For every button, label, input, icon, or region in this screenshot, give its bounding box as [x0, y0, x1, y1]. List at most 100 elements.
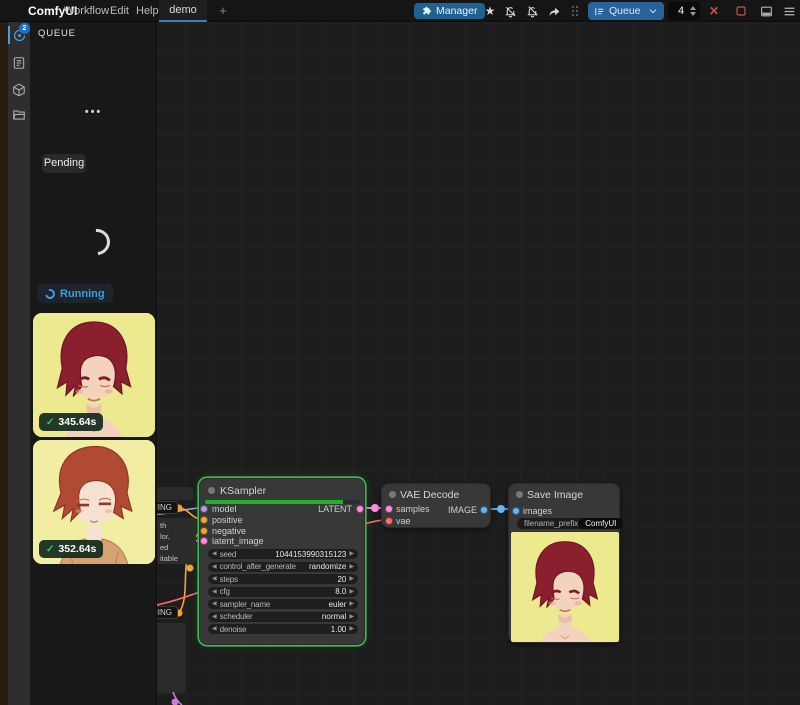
queue-panel: QUEUE ••• Pending Running ✓ 345.64s ✓ 35…	[30, 22, 157, 705]
clipped-textarea[interactable]	[157, 623, 186, 693]
input-label-samples: samples	[396, 504, 430, 514]
menu-workflow[interactable]: Workflow	[64, 0, 109, 22]
preview-thumbnail	[511, 532, 619, 642]
input-label-images: images	[523, 506, 552, 516]
node-save-image[interactable]: Save Image images filename_prefix ComfyU…	[508, 483, 620, 643]
bell-slash-icon[interactable]	[503, 4, 517, 18]
saved-image-preview[interactable]	[511, 532, 619, 642]
node-title: Save Image	[527, 489, 583, 501]
widget-seed[interactable]: ◀ seed 1044153990315123 ▶	[208, 549, 358, 559]
input-port-images[interactable]	[512, 507, 520, 515]
output-port-image[interactable]	[480, 506, 488, 514]
widget-name: sampler_name	[220, 600, 329, 609]
widget-next-icon[interactable]: ▶	[349, 599, 354, 609]
node-title: VAE Decode	[400, 489, 459, 501]
widget-next-icon[interactable]: ▶	[349, 612, 354, 622]
pending-section-badge[interactable]: Pending	[42, 154, 86, 173]
duration-text: 352.64s	[58, 543, 96, 555]
running-status-badge-bottom: NING	[157, 606, 178, 619]
widget-prev-icon[interactable]: ◀	[212, 562, 217, 572]
running-label: Running	[60, 288, 105, 300]
widget-value: 20	[337, 575, 346, 584]
queue-result-image-2[interactable]: ✓ 352.64s	[33, 440, 155, 564]
widget-next-icon[interactable]: ▶	[349, 587, 354, 597]
sidebar-item-node-library[interactable]	[12, 56, 27, 71]
widget-next-icon[interactable]: ▶	[349, 562, 354, 572]
widget-filename-prefix[interactable]: filename_prefix ComfyUI	[517, 518, 613, 529]
manager-button[interactable]: Manager	[414, 3, 485, 19]
sidebar-item-workflows[interactable]	[12, 108, 27, 123]
sidebar-rail: 2	[8, 22, 30, 705]
batch-count-input[interactable]: 4	[668, 2, 700, 20]
menu-help[interactable]: Help	[136, 0, 159, 22]
widget-next-icon[interactable]: ▶	[349, 549, 354, 559]
widget-name: scheduler	[220, 612, 322, 621]
collapse-dot[interactable]	[389, 491, 396, 498]
stepper-up-icon[interactable]	[690, 6, 696, 10]
collapse-dot[interactable]	[516, 491, 523, 498]
collapse-dot[interactable]	[208, 487, 215, 494]
output-label-image: IMAGE	[448, 505, 477, 515]
hamburger-menu-icon[interactable]	[782, 4, 796, 18]
running-section-badge[interactable]: Running	[37, 284, 113, 303]
input-port-vae[interactable]	[385, 517, 393, 525]
input-label-model: model	[212, 504, 237, 514]
workflow-tab-demo[interactable]: demo	[159, 0, 207, 22]
widget-prev-icon[interactable]: ◀	[212, 587, 217, 597]
stop-icon[interactable]	[734, 4, 748, 18]
duration-text: 345.64s	[58, 416, 96, 428]
new-tab-button[interactable]: +	[215, 0, 231, 22]
input-port-samples[interactable]	[385, 505, 393, 513]
widget-next-icon[interactable]: ▶	[349, 574, 354, 584]
running-status-badge-top: NING	[157, 501, 178, 514]
clipped-prompt-text[interactable]: th lor, ed itable	[157, 518, 196, 564]
widget-prev-icon[interactable]: ◀	[212, 599, 217, 609]
widget-next-icon[interactable]: ▶	[349, 624, 354, 634]
bottom-panel-toggle-icon[interactable]	[759, 4, 773, 18]
widget-sampler-name[interactable]: ◀ sampler_name euler ▶	[208, 599, 358, 609]
chevron-down-icon[interactable]	[648, 6, 658, 16]
drag-handle-icon[interactable]	[570, 4, 580, 18]
sidebar-item-model-library[interactable]	[12, 83, 27, 98]
widget-name: denoise	[220, 625, 331, 634]
desktop-background-strip	[0, 22, 8, 705]
output-port-latent[interactable]	[356, 505, 364, 513]
batch-count-stepper[interactable]	[690, 6, 696, 16]
share-arrow-icon[interactable]	[547, 4, 561, 18]
input-port-latent-image[interactable]	[200, 537, 208, 545]
widget-value: 1044153990315123	[275, 550, 346, 559]
running-spinner-icon	[43, 287, 57, 301]
widget-steps[interactable]: ◀ steps 20 ▶	[208, 574, 358, 584]
widget-scheduler[interactable]: ◀ scheduler normal ▶	[208, 612, 358, 622]
bell-slash-icon-2[interactable]	[525, 4, 539, 18]
widget-control-after-generate[interactable]: ◀ control_after_generate randomize ▶	[208, 562, 358, 572]
widget-value: normal	[322, 612, 346, 621]
queue-more-ellipsis[interactable]: •••	[30, 106, 157, 118]
node-title: KSampler	[220, 485, 266, 497]
widget-prev-icon[interactable]: ◀	[212, 624, 217, 634]
widget-prev-icon[interactable]: ◀	[212, 612, 217, 622]
node-ksampler[interactable]: KSampler model positive negative latent_…	[199, 478, 365, 645]
widget-value: randomize	[309, 562, 346, 571]
input-port-model[interactable]	[200, 505, 208, 513]
input-port-negative[interactable]	[200, 527, 208, 535]
widget-denoise[interactable]: ◀ denoise 1.00 ▶	[208, 624, 358, 634]
queue-result-image-1[interactable]: ✓ 345.64s	[33, 313, 155, 437]
widget-cfg[interactable]: ◀ cfg 8.0 ▶	[208, 587, 358, 597]
queue-button[interactable]: Queue	[588, 2, 664, 20]
stepper-down-icon[interactable]	[690, 12, 696, 16]
menu-edit[interactable]: Edit	[110, 0, 129, 22]
input-label-positive: positive	[212, 515, 243, 525]
widget-prev-icon[interactable]: ◀	[212, 549, 217, 559]
input-port-positive[interactable]	[200, 516, 208, 524]
widget-prev-icon[interactable]: ◀	[212, 574, 217, 584]
batch-count-value: 4	[672, 5, 690, 17]
cancel-run-icon[interactable]: ✕	[709, 3, 719, 19]
queue-panel-title: QUEUE	[38, 28, 76, 39]
duration-badge: ✓ 352.64s	[39, 540, 103, 558]
star-icon[interactable]: ★	[483, 4, 497, 18]
puzzle-icon	[422, 6, 432, 16]
node-vae-decode[interactable]: VAE Decode samples vae IMAGE	[381, 483, 491, 528]
node-graph-canvas[interactable]: NING th lor, ed itable NING KSampler mod…	[157, 22, 800, 705]
queue-count-badge: 2	[19, 23, 30, 34]
